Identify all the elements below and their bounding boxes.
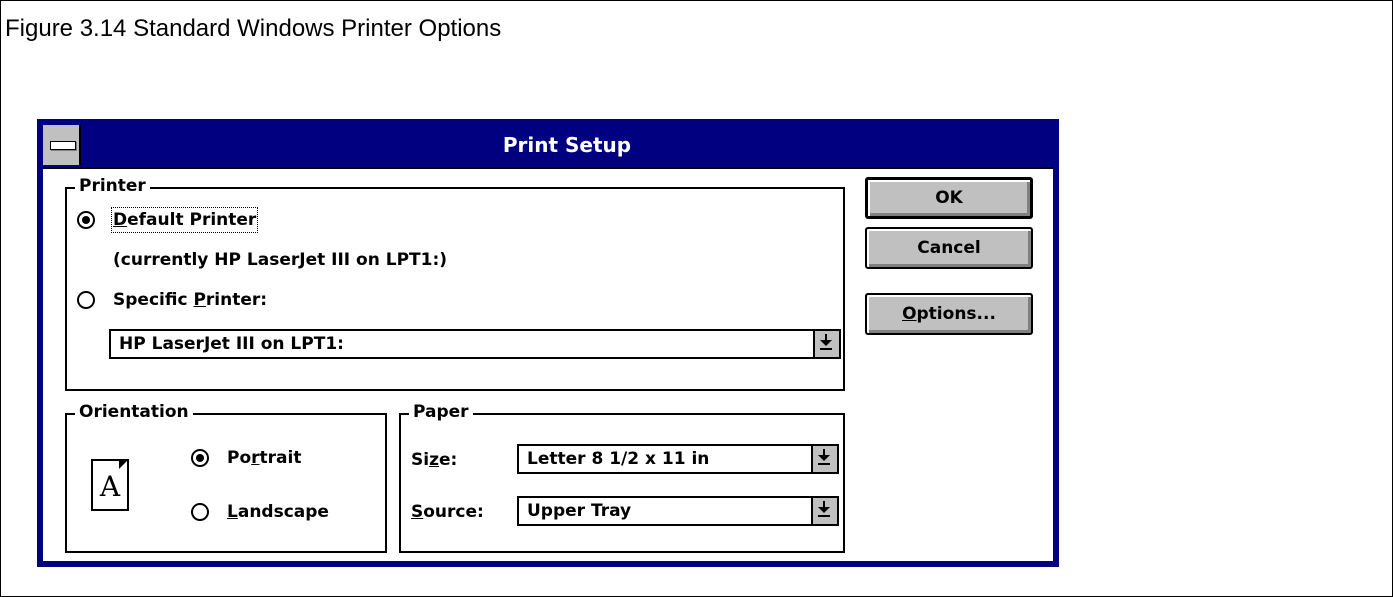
specific-printer-label[interactable]: Specific Printer: [113, 289, 267, 311]
dialog-title: Print Setup [502, 133, 632, 157]
landscape-label[interactable]: Landscape [227, 501, 329, 523]
ok-button[interactable]: OK [865, 177, 1033, 219]
cancel-button[interactable]: Cancel [865, 227, 1033, 269]
dropdown-arrow-icon[interactable] [811, 446, 837, 472]
figure-frame: Figure 3.14 Standard Windows Printer Opt… [0, 0, 1393, 597]
paper-source-select[interactable]: Upper Tray [517, 496, 839, 526]
dropdown-arrow-icon[interactable] [813, 331, 839, 357]
dialog-client-area: Printer Default Printer (currently HP La… [43, 169, 1053, 561]
paper-group-label: Paper [409, 401, 473, 423]
figure-caption: Figure 3.14 Standard Windows Printer Opt… [5, 15, 502, 42]
landscape-radio[interactable] [191, 503, 209, 521]
portrait-label[interactable]: Portrait [227, 447, 301, 469]
orientation-group-label: Orientation [75, 401, 193, 423]
paper-source-value: Upper Tray [527, 501, 632, 521]
dialog-titlebar: Print Setup [43, 125, 1053, 169]
current-printer-note: (currently HP LaserJet III on LPT1:) [113, 250, 448, 270]
paper-size-select[interactable]: Letter 8 1/2 x 11 in [517, 444, 839, 474]
portrait-page-icon: A [91, 459, 129, 511]
orientation-group: Orientation A Portrait Landscape [65, 401, 387, 553]
paper-size-label: Size: [411, 450, 458, 470]
portrait-radio[interactable] [191, 449, 209, 467]
default-printer-radio[interactable] [77, 211, 95, 229]
printer-group-label: Printer [75, 175, 150, 197]
dropdown-arrow-icon[interactable] [811, 498, 837, 524]
paper-size-value: Letter 8 1/2 x 11 in [527, 449, 710, 469]
specific-printer-radio[interactable] [77, 291, 95, 309]
paper-source-label: Source: [411, 502, 484, 522]
specific-printer-value: HP LaserJet III on LPT1: [119, 334, 344, 354]
default-printer-label[interactable]: Default Printer [110, 207, 259, 233]
options-button[interactable]: Options... [865, 293, 1033, 335]
specific-printer-select[interactable]: HP LaserJet III on LPT1: [109, 329, 841, 359]
system-menu-icon[interactable] [43, 125, 81, 165]
print-setup-dialog: Print Setup Printer Default Printer (cur… [37, 119, 1059, 567]
paper-group: Paper Size: Letter 8 1/2 x 11 in Source:… [399, 401, 845, 553]
printer-group: Printer Default Printer (currently HP La… [65, 175, 845, 391]
